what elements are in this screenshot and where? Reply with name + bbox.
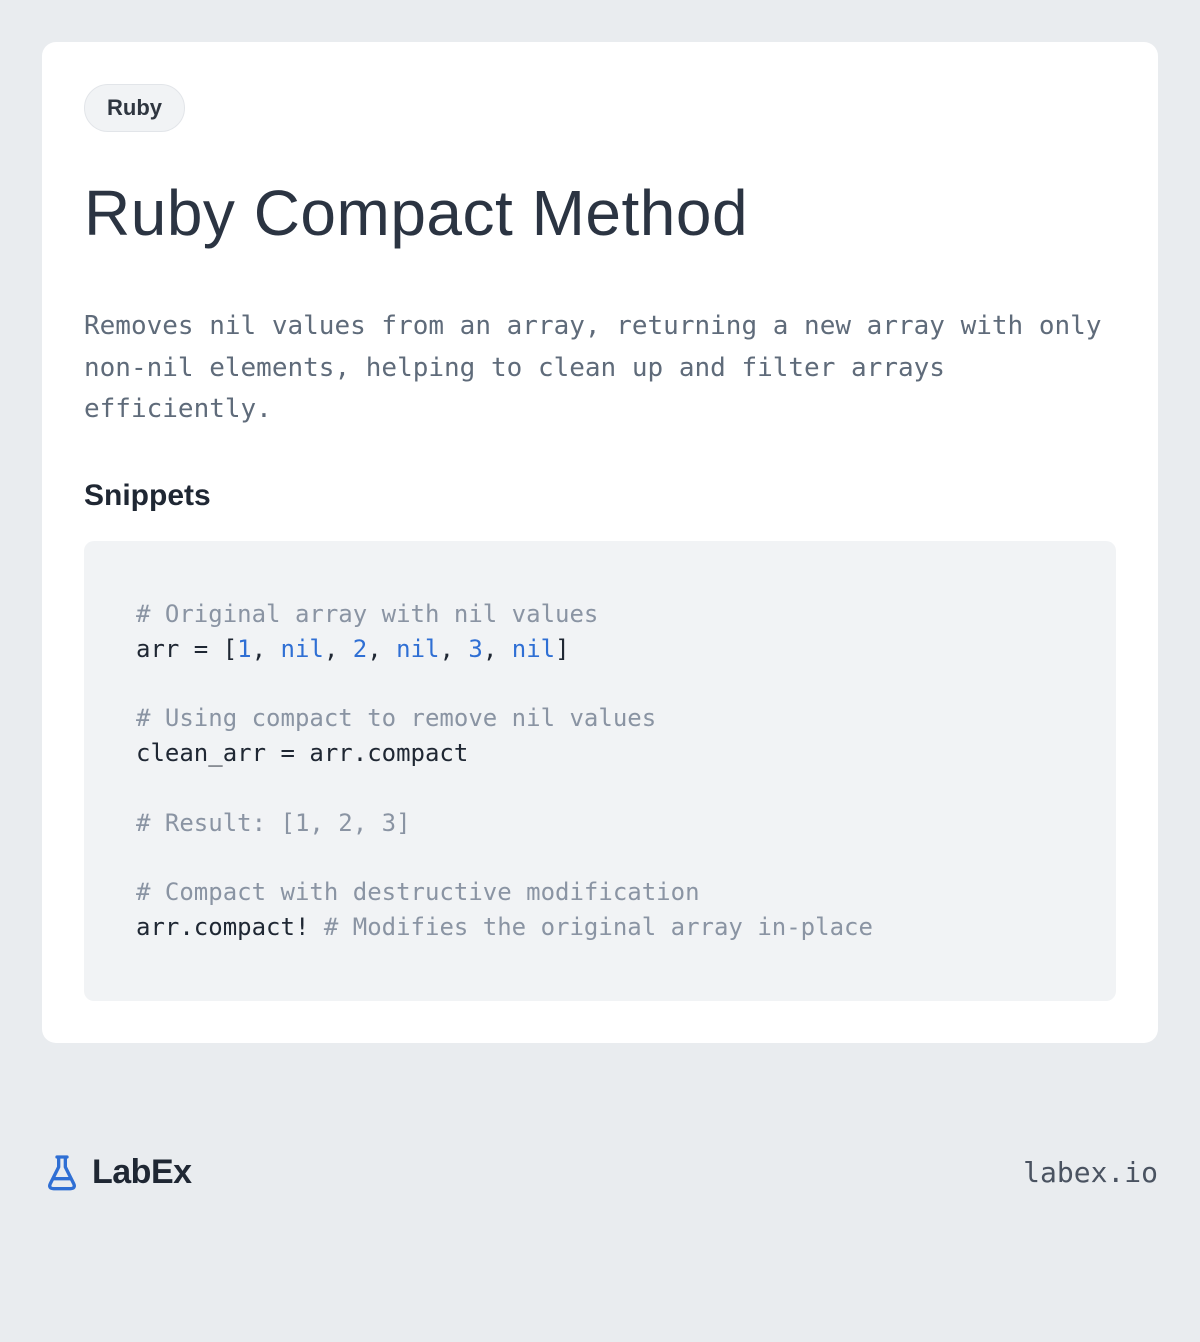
code-text: , <box>483 635 512 663</box>
brand: LabEx <box>42 1152 192 1192</box>
code-text: , <box>252 635 281 663</box>
flask-icon <box>42 1152 82 1192</box>
footer: LabEx labex.io <box>42 1152 1158 1192</box>
code-text: , <box>440 635 469 663</box>
code-nil: nil <box>281 635 324 663</box>
code-number: 2 <box>353 635 367 663</box>
code-comment: # Result: [1, 2, 3] <box>136 809 411 837</box>
code-comment: # Modifies the original array in-place <box>324 913 873 941</box>
code-text: ] <box>555 635 569 663</box>
code-comment: # Original array with nil values <box>136 600 598 628</box>
page-title: Ruby Compact Method <box>84 176 1116 250</box>
snippets-heading: Snippets <box>84 479 1116 513</box>
code-comment: # Using compact to remove nil values <box>136 704 656 732</box>
language-tag: Ruby <box>84 84 185 132</box>
code-snippet: # Original array with nil values arr = [… <box>84 541 1116 1001</box>
code-text: , <box>324 635 353 663</box>
code-text: arr.compact! <box>136 913 324 941</box>
domain-text: labex.io <box>1023 1156 1158 1189</box>
brand-name: LabEx <box>92 1153 192 1192</box>
content-card: Ruby Ruby Compact Method Removes nil val… <box>42 42 1158 1043</box>
description-text: Removes nil values from an array, return… <box>84 306 1116 431</box>
code-number: 1 <box>237 635 251 663</box>
code-text: , <box>367 635 396 663</box>
code-number: 3 <box>468 635 482 663</box>
code-nil: nil <box>396 635 439 663</box>
code-comment: # Compact with destructive modification <box>136 878 700 906</box>
code-text: clean_arr = arr.compact <box>136 739 468 767</box>
code-text: arr = [ <box>136 635 237 663</box>
code-nil: nil <box>512 635 555 663</box>
